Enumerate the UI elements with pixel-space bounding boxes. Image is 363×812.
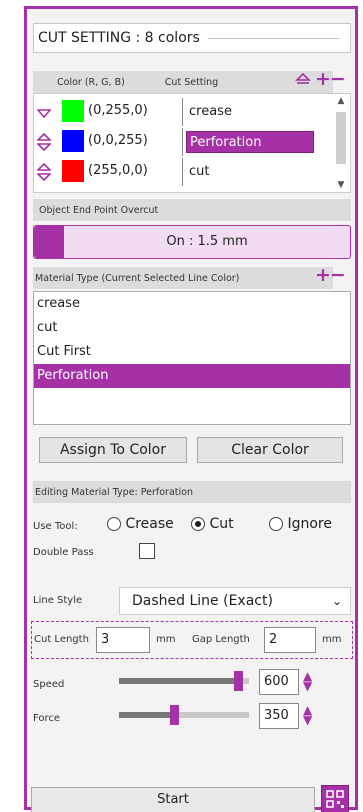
overcut-header: Object End Point Overcut [33,199,351,221]
radio-ignore[interactable] [269,517,283,531]
cut-setting-value[interactable]: cut [186,161,314,183]
title-divider [207,37,340,39]
material-item[interactable]: Cut First [34,340,350,364]
material-item[interactable]: cut [34,316,350,340]
slider-thumb[interactable] [234,671,243,691]
tool-option-label: Cut [209,516,234,532]
color-swatch [62,130,84,152]
color-row[interactable]: (0,0,255) Perforation [34,128,334,156]
line-style-select[interactable]: Dashed Line (Exact) ⌄ [119,587,351,615]
panel-title-bar: CUT SETTING : 8 colors [33,23,351,53]
slider-thumb[interactable] [170,705,179,725]
move-up-down-icon[interactable] [36,132,52,152]
double-pass-checkbox[interactable] [139,543,155,559]
editing-header-label: Editing Material Type: Perforation [35,486,193,498]
qr-code-button[interactable] [321,785,349,812]
color-table: (0,255,0) crease (0,0,255) Perforation (… [33,93,351,193]
cut-setting-panel: CUT SETTING : 8 colors Color (R, G, B) C… [24,6,358,812]
tool-option-label: Crease [125,516,174,532]
gap-length-input[interactable]: 2 [264,627,316,653]
color-swatch [62,160,84,182]
color-add-remove-buttons[interactable]: +− [315,68,346,90]
length-settings-group: Cut Length 3 mm Gap Length 2 mm [31,621,353,659]
cut-length-label: Cut Length [34,634,89,645]
chevron-down-icon: ⌄ [331,594,342,608]
tool-option-label: Ignore [287,516,332,532]
force-label: Force [33,713,61,724]
scroll-up-icon[interactable]: ▲ [334,96,348,106]
speed-label: Speed [33,679,65,690]
color-rgb-value: (0,0,255) [88,133,148,148]
gap-length-unit: mm [322,634,342,645]
slider-fill [119,712,170,718]
double-pass-label: Double Pass [33,547,94,558]
tool-option-cut[interactable]: Cut [191,516,234,532]
scroll-down-icon[interactable]: ▼ [334,180,348,190]
material-header: Material Type (Current Selected Line Col… [33,267,333,289]
speed-spinner-icon[interactable]: ▲ ▼ [303,670,312,692]
cut-column-header: Cut Setting [164,76,219,88]
overcut-value: On : 1.5 mm [166,234,248,249]
color-rgb-value: (255,0,0) [88,163,148,178]
scroll-thumb[interactable] [336,112,346,164]
line-style-label: Line Style [33,595,83,606]
start-button[interactable]: Start [31,787,315,812]
radio-cut[interactable] [191,517,205,531]
column-divider [182,128,183,156]
slider-fill [119,678,234,684]
clear-color-button[interactable]: Clear Color [197,437,343,463]
remove-material-icon[interactable]: − [330,264,346,286]
color-table-scrollbar[interactable]: ▲ ▼ [334,96,348,190]
overcut-header-label: Object End Point Overcut [39,204,159,216]
speed-input[interactable]: 600 [259,669,299,695]
assign-to-color-button[interactable]: Assign To Color [39,437,187,463]
tool-option-crease[interactable]: Crease [107,516,174,532]
force-spinner-icon[interactable]: ▲ ▼ [303,704,312,726]
add-material-icon[interactable]: + [315,264,331,286]
color-row[interactable]: (0,255,0) crease [34,98,334,126]
color-table-header: Color (R, G, B) Cut Setting [33,71,333,93]
editing-header: Editing Material Type: Perforation [33,481,351,503]
overcut-toggle[interactable]: On : 1.5 mm [33,225,351,259]
qr-code-icon [326,790,344,808]
panel-title: CUT SETTING : 8 colors [38,30,200,46]
cut-setting-value[interactable]: Perforation [186,131,314,153]
tool-option-ignore[interactable]: Ignore [269,516,332,532]
move-down-icon[interactable] [36,102,52,122]
color-swatch [62,100,84,122]
remove-color-icon[interactable]: − [330,68,346,90]
material-header-label: Material Type (Current Selected Line Col… [35,272,240,284]
add-color-icon[interactable]: + [315,68,331,90]
material-item-selected[interactable]: Perforation [34,364,350,388]
cut-length-input[interactable]: 3 [96,627,150,653]
speed-slider[interactable] [119,671,249,691]
column-divider [182,98,183,126]
force-slider[interactable] [119,705,249,725]
force-input[interactable]: 350 [259,703,299,729]
line-style-value: Dashed Line (Exact) [132,593,273,609]
color-row[interactable]: (255,0,0) cut [34,158,334,186]
color-column-header: Color (R, G, B) [57,76,125,88]
radio-crease[interactable] [107,517,121,531]
use-tool-label: Use Tool: [33,521,78,532]
cut-length-unit: mm [156,634,176,645]
color-rgb-value: (0,255,0) [88,103,148,118]
material-add-remove-buttons[interactable]: +− [315,264,346,286]
cut-setting-value[interactable]: crease [186,101,314,123]
gap-length-label: Gap Length [192,634,250,645]
overcut-toggle-knob [34,226,64,258]
column-divider [182,158,183,186]
material-item[interactable]: crease [34,292,350,316]
material-list[interactable]: crease cut Cut First Perforation [33,291,351,425]
eject-icon[interactable] [295,71,311,89]
move-up-down-icon[interactable] [36,162,52,182]
